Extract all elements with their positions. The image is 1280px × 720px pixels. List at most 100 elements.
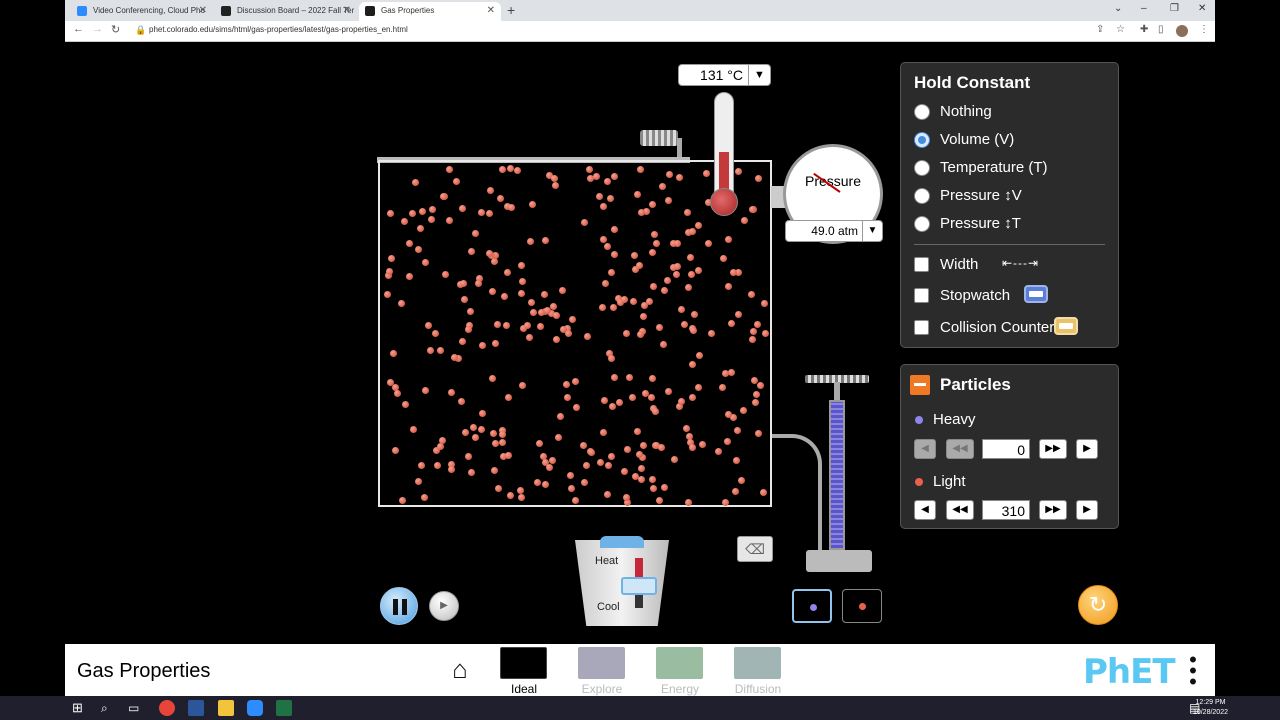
stopwatch-icon (1024, 285, 1048, 303)
radio-button[interactable] (914, 216, 930, 232)
screen-label: Diffusion (734, 682, 782, 696)
pause-button[interactable] (380, 587, 418, 625)
screen-ideal[interactable]: Ideal (499, 647, 549, 696)
close-tab-icon[interactable]: ✕ (487, 2, 495, 19)
maximize-icon[interactable]: ❐ (1170, 3, 1179, 14)
menu-icon[interactable]: ⋮ (1199, 24, 1209, 35)
heat-cool-slider[interactable] (621, 577, 657, 595)
extensions-icon[interactable]: ✚ (1140, 24, 1148, 35)
radio-button[interactable] (914, 188, 930, 204)
heavy-fast-increment-button[interactable]: ▶▶ (1039, 439, 1067, 459)
light-particle (603, 177, 611, 185)
step-forward-button[interactable]: ▶ (429, 591, 459, 621)
light-particle (414, 477, 422, 485)
light-particle (493, 321, 501, 329)
close-window-icon[interactable]: ✕ (1198, 3, 1206, 14)
heavy-decrement-button[interactable]: ◀ (914, 439, 936, 459)
light-particle (487, 186, 495, 194)
light-fast-increment-button[interactable]: ▶▶ (1039, 500, 1067, 520)
reload-icon[interactable]: ↻ (111, 23, 120, 36)
tab-zoom[interactable]: Video Conferencing, Cloud Pho ✕ (71, 2, 213, 21)
light-increment-button[interactable]: ▶ (1076, 500, 1098, 520)
radio-button[interactable] (914, 132, 930, 148)
zoom-icon[interactable] (247, 700, 263, 716)
light-particle (600, 396, 608, 404)
light-particle (724, 282, 732, 290)
bicycle-pump[interactable] (829, 400, 845, 550)
tab-gas-properties[interactable]: Gas Properties ✕ (359, 2, 501, 21)
close-tab-icon[interactable]: ✕ (343, 2, 351, 19)
screen-diffusion[interactable]: Diffusion (733, 647, 783, 696)
light-particle (504, 394, 512, 402)
notifications-icon[interactable]: ▤ (1189, 700, 1205, 716)
phet-favicon-icon (365, 6, 375, 16)
back-icon[interactable]: ← (73, 23, 84, 35)
light-particle (660, 483, 668, 491)
light-fast-decrement-button[interactable]: ◀◀ (946, 500, 974, 520)
light-particle (406, 239, 413, 247)
light-count[interactable]: 310 (982, 500, 1030, 520)
home-icon[interactable]: ⌂ (443, 654, 477, 686)
word-icon[interactable] (188, 700, 204, 716)
temperature-units-dropdown[interactable]: ▼ (748, 65, 770, 85)
heavy-increment-button[interactable]: ▶ (1076, 439, 1098, 459)
radio-button[interactable] (914, 160, 930, 176)
tab-search-icon[interactable]: ⌄ (1114, 3, 1122, 14)
light-decrement-button[interactable]: ◀ (914, 500, 936, 520)
windows-start-icon[interactable]: ⊞ (72, 700, 88, 716)
tab-discussion[interactable]: Discussion Board – 2022 Fall Ter ✕ (215, 2, 357, 21)
heavy-spinner: ◀ ◀◀ 0 ▶▶ ▶ (914, 439, 1104, 461)
url-field[interactable]: phet.colorado.edu/sims/html/gas-properti… (149, 25, 408, 34)
share-icon[interactable]: ⇪ (1096, 24, 1104, 35)
radio-button[interactable] (914, 104, 930, 120)
forward-icon[interactable]: → (92, 23, 103, 35)
width-checkbox[interactable] (914, 257, 929, 272)
minimize-icon[interactable]: – (1141, 3, 1147, 14)
reset-all-button[interactable]: ↻ (1078, 585, 1118, 625)
phet-logo[interactable]: PhET (1083, 652, 1176, 692)
light-particle (689, 326, 697, 334)
excel-icon[interactable] (276, 700, 292, 716)
collapse-panel-button[interactable] (910, 375, 930, 395)
light-particle (629, 298, 637, 306)
task-view-icon[interactable]: ▭ (128, 700, 144, 716)
heavy-fast-decrement-button[interactable]: ◀◀ (946, 439, 974, 459)
light-particle (528, 298, 536, 306)
light-particle (636, 450, 644, 458)
heavy-particle-pump-toggle[interactable] (792, 589, 832, 623)
phet-menu-icon[interactable]: • • • (1188, 649, 1198, 693)
sidepanel-icon[interactable]: ▯ (1158, 24, 1164, 35)
profile-avatar-icon[interactable] (1176, 25, 1188, 37)
heavy-count[interactable]: 0 (982, 439, 1030, 459)
file-explorer-icon[interactable] (218, 700, 234, 716)
light-particle (471, 434, 479, 442)
light-particle-pump-toggle[interactable] (842, 589, 882, 623)
panel-title: Hold Constant (914, 73, 1031, 92)
light-particle (729, 269, 737, 277)
pressure-units-dropdown[interactable]: ▼ (862, 221, 882, 241)
light-particle (541, 481, 549, 489)
stopwatch-checkbox[interactable] (914, 288, 929, 303)
bookmark-star-icon[interactable]: ☆ (1116, 24, 1125, 35)
light-particle (637, 476, 645, 484)
screen-explore[interactable]: Explore (577, 647, 627, 696)
close-tab-icon[interactable]: ✕ (199, 2, 207, 19)
light-particle-icon (915, 478, 923, 486)
eraser-button[interactable]: ⌫ (737, 536, 773, 562)
light-particle (501, 292, 509, 300)
chrome-icon[interactable] (159, 700, 175, 716)
light-particle (398, 299, 406, 307)
light-particle (648, 475, 656, 483)
light-particle (568, 315, 576, 323)
screen-energy[interactable]: Energy (655, 647, 705, 696)
light-particle (438, 436, 446, 444)
light-particle (400, 218, 408, 226)
lid-handle[interactable] (640, 130, 678, 146)
sim-title: Gas Properties (77, 660, 211, 682)
collision-counter-checkbox[interactable] (914, 320, 929, 335)
search-icon[interactable]: ⌕ (101, 700, 117, 716)
light-particle (725, 235, 732, 243)
light-particle (528, 200, 536, 208)
new-tab-icon[interactable]: + (507, 2, 515, 18)
panel-divider (914, 244, 1105, 245)
